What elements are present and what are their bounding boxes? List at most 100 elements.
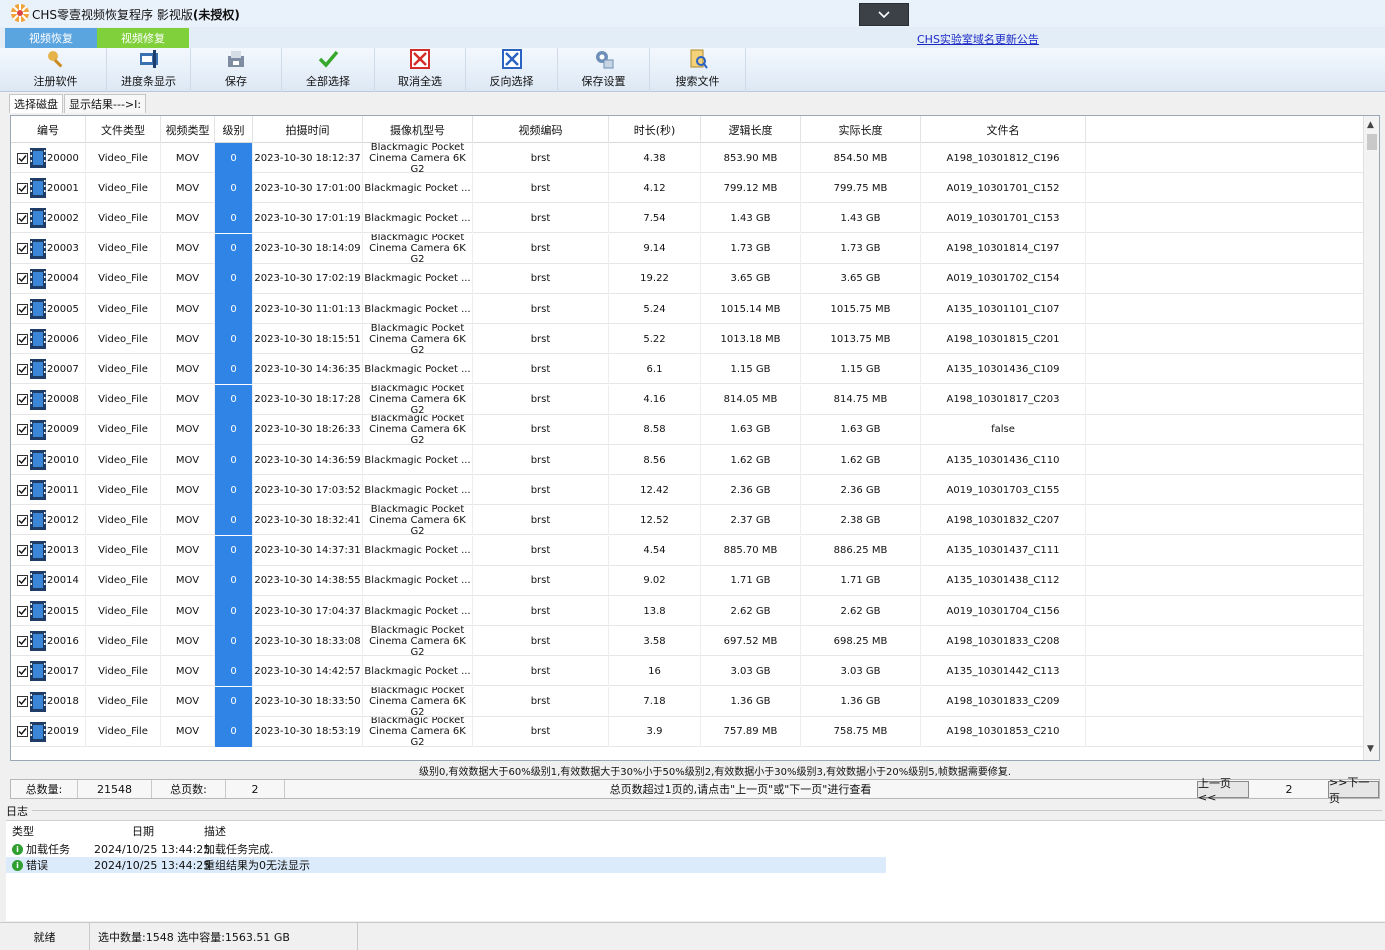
cell-shoot-time: 2023-10-30 17:01:00 bbox=[253, 173, 363, 204]
cell-duration: 7.18 bbox=[609, 686, 701, 717]
table-row[interactable]: 20013 Video_File MOV 0 2023-10-30 14:37:31 Bl… bbox=[11, 535, 1363, 566]
cell-logical-size: 1.15 GB bbox=[701, 354, 801, 385]
register-button[interactable]: 注册软件 bbox=[5, 48, 107, 92]
header-col-level[interactable]: 级别 bbox=[215, 116, 253, 143]
log-entry[interactable]: i 加载任务 2024/10/25 13:44:25 加载任务完成. bbox=[6, 841, 886, 857]
log-header-desc: 描述 bbox=[204, 825, 226, 838]
row-checkbox[interactable] bbox=[17, 212, 28, 224]
current-page[interactable]: 2 bbox=[1251, 780, 1327, 798]
row-checkbox[interactable] bbox=[17, 514, 28, 526]
table-row[interactable]: 20006 Video_File MOV 0 2023-10-30 18:15:51 Bl… bbox=[11, 324, 1363, 355]
row-checkbox[interactable] bbox=[17, 726, 28, 738]
tab-video-recover[interactable]: 视频恢复 bbox=[5, 28, 97, 48]
results-table: 编号 文件类型 视频类型 级别 拍摄时间 摄像机型号 视频编码 时长(秒) 逻辑长度 实际长度 文件… bbox=[10, 115, 1380, 761]
tab-video-repair[interactable]: 视频修复 bbox=[97, 28, 189, 48]
row-id: 20005 bbox=[47, 303, 79, 315]
scroll-down-icon[interactable]: ▼ bbox=[1367, 744, 1374, 754]
save-settings-button[interactable]: 保存设置 bbox=[558, 48, 650, 92]
table-row[interactable]: 20007 Video_File MOV 0 2023-10-30 14:36:35 Bl… bbox=[11, 354, 1363, 385]
table-row[interactable]: 20011 Video_File MOV 0 2023-10-30 17:03:52 Bl… bbox=[11, 475, 1363, 506]
header-col-file-type[interactable]: 文件类型 bbox=[86, 116, 161, 143]
save-button[interactable]: 保存 bbox=[191, 48, 282, 92]
row-checkbox[interactable] bbox=[17, 696, 28, 708]
header-col-actual-size[interactable]: 实际长度 bbox=[801, 116, 921, 143]
table-row[interactable]: 20010 Video_File MOV 0 2023-10-30 14:36:59 Bl… bbox=[11, 445, 1363, 475]
row-checkbox[interactable] bbox=[17, 424, 28, 436]
header-col-id[interactable]: 编号 bbox=[11, 116, 86, 143]
table-row[interactable]: 20002 Video_File MOV 0 2023-10-30 17:01:19 Bl… bbox=[11, 203, 1363, 234]
row-checkbox[interactable] bbox=[17, 484, 28, 496]
table-row[interactable]: 20009 Video_File MOV 0 2023-10-30 18:26:33 Bl… bbox=[11, 414, 1363, 445]
cell-shoot-time: 2023-10-30 17:01:19 bbox=[253, 203, 363, 234]
cell-logical-size: 814.05 MB bbox=[701, 384, 801, 415]
table-row[interactable]: 20001 Video_File MOV 0 2023-10-30 17:01:00 Bl… bbox=[11, 173, 1363, 204]
table-row[interactable]: 20015 Video_File MOV 0 2023-10-30 17:04:37 Bl… bbox=[11, 596, 1363, 626]
info-icon: i bbox=[12, 859, 23, 871]
row-checkbox[interactable] bbox=[17, 303, 28, 315]
row-checkbox[interactable] bbox=[17, 182, 28, 194]
table-row[interactable]: 20016 Video_File MOV 0 2023-10-30 18:33:08 Bl… bbox=[11, 626, 1363, 657]
cell-file-type: Video_File bbox=[86, 716, 161, 747]
scroll-up-icon[interactable]: ▲ bbox=[1367, 120, 1374, 130]
header-col-duration[interactable]: 时长(秒) bbox=[609, 116, 701, 143]
progress-button[interactable]: 进度条显示 bbox=[107, 48, 191, 92]
row-checkbox[interactable] bbox=[17, 665, 28, 677]
row-checkbox[interactable] bbox=[17, 454, 28, 466]
cell-codec: brst bbox=[473, 143, 609, 173]
table-row[interactable]: 20018 Video_File MOV 0 2023-10-30 18:33:50 Bl… bbox=[11, 686, 1363, 717]
scroll-thumb[interactable] bbox=[1367, 134, 1377, 150]
row-checkbox[interactable] bbox=[17, 635, 28, 647]
table-row[interactable]: 20004 Video_File MOV 0 2023-10-30 17:02:19 Bl… bbox=[11, 263, 1363, 294]
deselect-all-button[interactable]: 取消全选 bbox=[375, 48, 466, 92]
video-file-icon bbox=[30, 480, 46, 501]
header-col-file-name[interactable]: 文件名 bbox=[921, 116, 1086, 143]
cell-id: 20004 bbox=[11, 263, 86, 294]
row-checkbox[interactable] bbox=[17, 545, 28, 557]
cell-video-type: MOV bbox=[161, 656, 215, 687]
search-file-button[interactable]: 搜索文件 bbox=[650, 48, 746, 92]
header-col-codec[interactable]: 视频编码 bbox=[473, 116, 609, 143]
cell-shoot-time: 2023-10-30 17:03:52 bbox=[253, 475, 363, 506]
vertical-scrollbar[interactable]: ▲ ▼ bbox=[1363, 116, 1379, 760]
table-row[interactable]: 20014 Video_File MOV 0 2023-10-30 14:38:55 Bl… bbox=[11, 565, 1363, 596]
prev-page-button[interactable]: 上一页<< bbox=[1197, 777, 1249, 804]
header-col-camera-model[interactable]: 摄像机型号 bbox=[363, 116, 473, 143]
table-row[interactable]: 20005 Video_File MOV 0 2023-10-30 11:01:13 Bl… bbox=[11, 294, 1363, 324]
log-entry[interactable]: i 错误 2024/10/25 13:44:25 重组结果为0无法显示 bbox=[6, 857, 886, 873]
tab-show-results[interactable]: 显示结果--->I: bbox=[64, 94, 147, 113]
row-checkbox[interactable] bbox=[17, 152, 28, 164]
table-row[interactable]: 20000 Video_File MOV 0 2023-10-30 18:12:37 Bl… bbox=[11, 143, 1363, 173]
row-id: 20006 bbox=[47, 333, 79, 345]
tab-select-disk[interactable]: 选择磁盘 bbox=[9, 94, 63, 113]
select-all-button[interactable]: 全部选择 bbox=[282, 48, 375, 92]
row-checkbox[interactable] bbox=[17, 605, 28, 617]
check-icon bbox=[18, 305, 27, 313]
table-row[interactable]: 20017 Video_File MOV 0 2023-10-30 14:42:57 Bl… bbox=[11, 656, 1363, 687]
cell-file-type: Video_File bbox=[86, 535, 161, 566]
header-col-shoot-time[interactable]: 拍摄时间 bbox=[253, 116, 363, 143]
row-checkbox[interactable] bbox=[17, 243, 28, 255]
notice-link[interactable]: CHS实验室域名更新公告 bbox=[917, 31, 1039, 47]
log-type-text: 错误 bbox=[26, 859, 48, 872]
cell-actual-size: 1015.75 MB bbox=[801, 294, 921, 324]
header-col-video-type[interactable]: 视频类型 bbox=[161, 116, 215, 143]
cell-shoot-time: 2023-10-30 17:04:37 bbox=[253, 596, 363, 626]
invert-select-button[interactable]: 反向选择 bbox=[466, 48, 558, 92]
row-checkbox[interactable] bbox=[17, 333, 28, 345]
table-row[interactable]: 20003 Video_File MOV 0 2023-10-30 18:14:09 Bl… bbox=[11, 233, 1363, 264]
row-checkbox[interactable] bbox=[17, 394, 28, 406]
next-page-button[interactable]: >>下一页 bbox=[1328, 776, 1379, 805]
table-row[interactable]: 20019 Video_File MOV 0 2023-10-30 18:53:19 Bl… bbox=[11, 716, 1363, 747]
table-row[interactable]: 20012 Video_File MOV 0 2023-10-30 18:32:41 Bl… bbox=[11, 505, 1363, 536]
row-checkbox[interactable] bbox=[17, 273, 28, 285]
row-checkbox[interactable] bbox=[17, 363, 28, 375]
row-checkbox[interactable] bbox=[17, 575, 28, 587]
cell-file-type: Video_File bbox=[86, 173, 161, 204]
check-icon bbox=[18, 667, 27, 675]
table-row[interactable]: 20008 Video_File MOV 0 2023-10-30 18:17:28 Bl… bbox=[11, 384, 1363, 415]
cell-id: 20017 bbox=[11, 656, 86, 687]
cell-codec: brst bbox=[473, 716, 609, 747]
cell-camera-model: Blackmagic Pocket ... bbox=[363, 263, 473, 294]
header-col-logical-size[interactable]: 逻辑长度 bbox=[701, 116, 801, 143]
collapse-button[interactable] bbox=[859, 3, 909, 26]
